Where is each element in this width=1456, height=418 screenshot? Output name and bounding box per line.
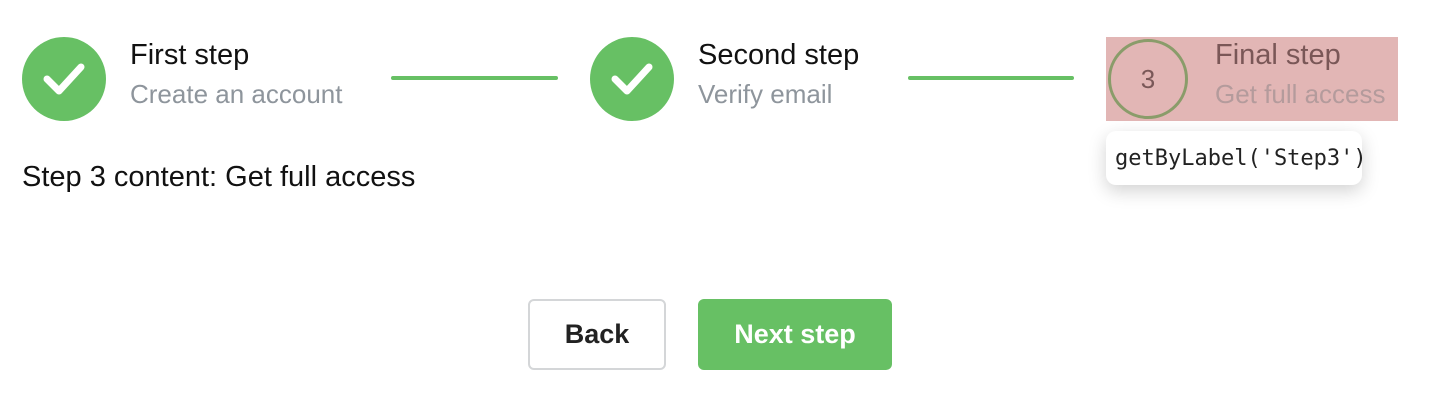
step-content: Step 3 content: Get full access — [22, 161, 416, 193]
step-1[interactable]: First step Create an account — [22, 37, 362, 121]
step-3-title: Final step — [1215, 39, 1341, 71]
check-icon — [43, 63, 85, 95]
step-3-number: 3 — [1140, 63, 1156, 94]
step-2-title: Second step — [698, 39, 860, 71]
step-1-indicator — [22, 37, 106, 121]
back-button[interactable]: Back — [528, 299, 666, 370]
step-1-title: First step — [130, 39, 250, 71]
step-connector-2 — [908, 76, 1074, 80]
stepper-page: First step Create an account Second step… — [0, 0, 1456, 418]
step-3-indicator: 3 — [1108, 39, 1188, 119]
next-step-button[interactable]: Next step — [698, 299, 892, 370]
step-1-description: Create an account — [130, 79, 343, 109]
step-2-description: Verify email — [698, 79, 833, 109]
locator-tooltip: getByLabel('Step3') — [1106, 131, 1367, 185]
step-connector-1 — [391, 76, 558, 80]
step-3[interactable]: 3 Final step Get full access — [1106, 37, 1398, 121]
step-2[interactable]: Second step Verify email — [590, 37, 890, 121]
check-icon — [611, 63, 653, 95]
step-2-indicator — [590, 37, 674, 121]
step-3-description: Get full access — [1215, 79, 1386, 109]
